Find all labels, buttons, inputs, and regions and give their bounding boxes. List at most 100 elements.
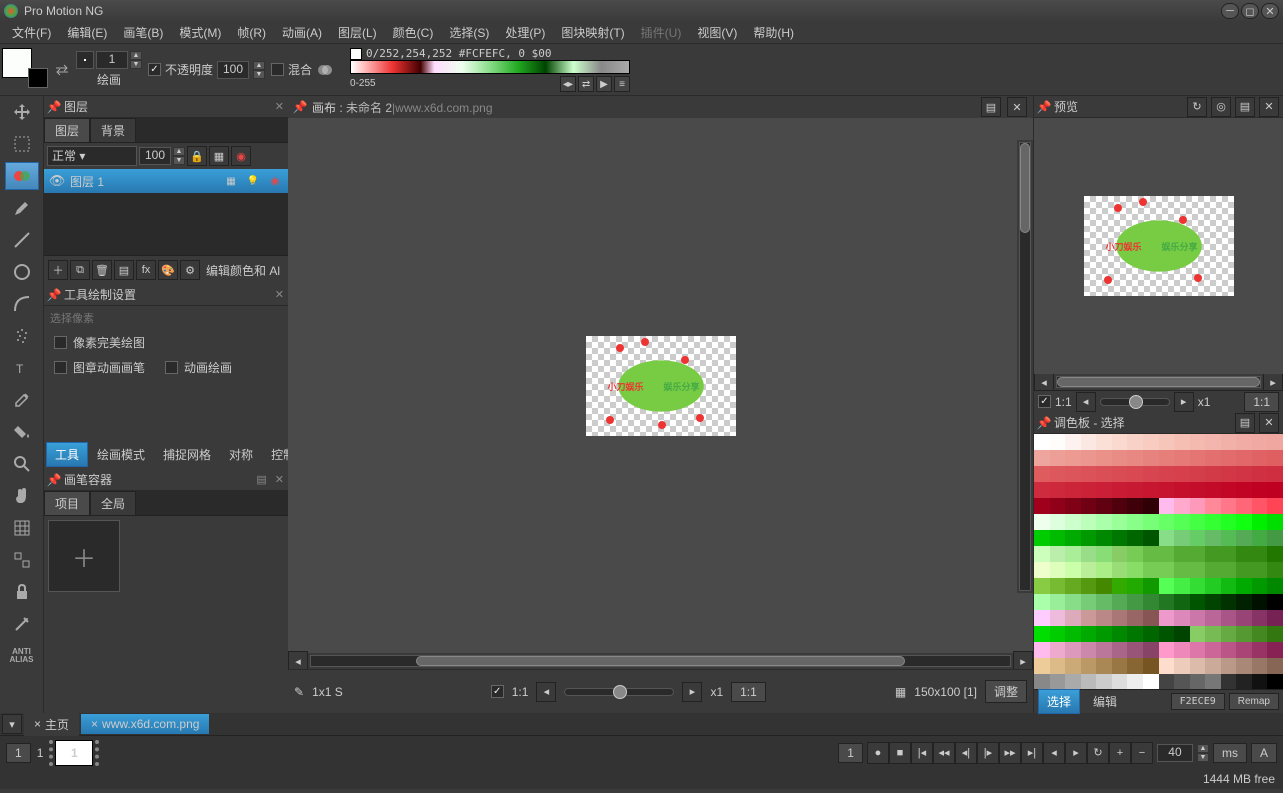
palette-cell[interactable] xyxy=(1112,450,1128,466)
palette-cell[interactable] xyxy=(1065,562,1081,578)
layer-settings-icon[interactable]: ⚙ xyxy=(180,260,200,280)
loop-icon[interactable]: ↻ xyxy=(1087,742,1109,764)
palette-cell[interactable] xyxy=(1252,466,1268,482)
palette-cell[interactable] xyxy=(1252,658,1268,674)
layer-checker-icon[interactable]: ▦ xyxy=(209,146,229,166)
layer-recolor-icon[interactable]: ◉ xyxy=(231,146,251,166)
pencil-tool[interactable] xyxy=(5,194,39,222)
palette-cell[interactable] xyxy=(1236,434,1252,450)
palette-cell[interactable] xyxy=(1112,642,1128,658)
anim-paint-checkbox[interactable] xyxy=(165,361,178,374)
palette-cell[interactable] xyxy=(1174,626,1190,642)
zoom-slider[interactable] xyxy=(564,688,674,696)
opacity-checkbox[interactable]: ✓ xyxy=(148,63,161,76)
palette-cell[interactable] xyxy=(1096,594,1112,610)
palette-cell[interactable] xyxy=(1143,562,1159,578)
palette-cell[interactable] xyxy=(1205,610,1221,626)
layer-icon-2[interactable]: 💡 xyxy=(244,172,262,190)
palette-cell[interactable] xyxy=(1034,530,1050,546)
menu-模式(M)[interactable]: 模式(M) xyxy=(171,22,229,43)
palette-cell[interactable] xyxy=(1143,498,1159,514)
grid-tool[interactable] xyxy=(5,514,39,542)
palette-cell[interactable] xyxy=(1236,578,1252,594)
brush-close-icon[interactable]: ✕ xyxy=(275,473,284,486)
palette-cell[interactable] xyxy=(1050,466,1066,482)
add-frame-icon[interactable]: + xyxy=(1109,742,1131,764)
pixel-perfect-checkbox[interactable] xyxy=(54,336,67,349)
palette-cell[interactable] xyxy=(1159,466,1175,482)
palette-cell[interactable] xyxy=(1190,626,1206,642)
background-swatch[interactable] xyxy=(28,68,48,88)
blend-checkbox[interactable] xyxy=(271,63,284,76)
palette-cell[interactable] xyxy=(1127,626,1143,642)
palette-cell[interactable] xyxy=(1252,450,1268,466)
palette-cell[interactable] xyxy=(1081,610,1097,626)
palette-cell[interactable] xyxy=(1034,658,1050,674)
palette-cell[interactable] xyxy=(1267,434,1283,450)
palette-cell[interactable] xyxy=(1127,610,1143,626)
time-unit-button[interactable]: ms xyxy=(1213,743,1247,763)
wand-tool[interactable] xyxy=(5,610,39,638)
palette-cell[interactable] xyxy=(1096,562,1112,578)
blend-mode-select[interactable]: 正常 ▾ xyxy=(47,146,137,166)
palette-cell[interactable] xyxy=(1050,482,1066,498)
palette-cell[interactable] xyxy=(1236,626,1252,642)
canvas-viewport[interactable]: 小刀娱乐 娱乐分享 xyxy=(288,118,1033,653)
menu-插件(U)[interactable]: 插件(U) xyxy=(633,22,690,43)
palette-cell[interactable] xyxy=(1159,530,1175,546)
palette-grid[interactable] xyxy=(1034,434,1283,689)
palette-cell[interactable] xyxy=(1112,610,1128,626)
palette-cell[interactable] xyxy=(1159,610,1175,626)
palette-cell[interactable] xyxy=(1096,642,1112,658)
brush-global-tab[interactable]: 全局 xyxy=(90,491,136,515)
preview-zoom-reset[interactable]: 1:1 xyxy=(1244,392,1279,412)
palette-cell[interactable] xyxy=(1127,450,1143,466)
palette-cell[interactable] xyxy=(1065,626,1081,642)
zoom-in-icon[interactable]: ▸ xyxy=(682,682,702,702)
palette-cell[interactable] xyxy=(1205,562,1221,578)
palette-cell[interactable] xyxy=(1143,642,1159,658)
v-scrollbar[interactable] xyxy=(1017,140,1033,593)
palette-cell[interactable] xyxy=(1252,594,1268,610)
palette-cell[interactable] xyxy=(1205,498,1221,514)
pin-icon[interactable]: 📌 xyxy=(294,101,306,113)
preview-lock-checkbox[interactable]: ✓ xyxy=(1038,395,1051,408)
gradient-left-icon[interactable]: ◂▸ xyxy=(560,76,576,92)
palette-cell[interactable] xyxy=(1065,530,1081,546)
palette-cell[interactable] xyxy=(1034,674,1050,689)
palette-cell[interactable] xyxy=(1159,626,1175,642)
palette-cell[interactable] xyxy=(1205,530,1221,546)
palette-cell[interactable] xyxy=(1096,434,1112,450)
palette-cell[interactable] xyxy=(1065,482,1081,498)
palette-cell[interactable] xyxy=(1252,434,1268,450)
palette-cell[interactable] xyxy=(1127,466,1143,482)
layer-row[interactable]: 👁 图层 1 ▦ 💡 ◉ xyxy=(44,169,288,193)
palette-cell[interactable] xyxy=(1034,450,1050,466)
palette-cell[interactable] xyxy=(1221,466,1237,482)
play-icon[interactable]: ▸ xyxy=(1065,742,1087,764)
palette-cell[interactable] xyxy=(1159,658,1175,674)
preview-target-icon[interactable]: ◎ xyxy=(1211,97,1231,117)
palette-edit-tab[interactable]: 编辑 xyxy=(1084,689,1126,714)
palette-cell[interactable] xyxy=(1081,530,1097,546)
layers-close-icon[interactable]: ✕ xyxy=(275,100,284,113)
minimize-button[interactable]: ─ xyxy=(1221,3,1239,19)
palette-cell[interactable] xyxy=(1267,658,1283,674)
canvas-menu-icon[interactable]: ▤ xyxy=(981,97,1001,117)
ts-tab-4[interactable]: 控制 xyxy=(262,442,288,467)
close-window-button[interactable]: ✕ xyxy=(1261,3,1279,19)
palette-cell[interactable] xyxy=(1267,514,1283,530)
palette-cell[interactable] xyxy=(1190,434,1206,450)
palette-cell[interactable] xyxy=(1236,546,1252,562)
move-tool[interactable] xyxy=(5,98,39,126)
palette-cell[interactable] xyxy=(1143,674,1159,689)
palette-cell[interactable] xyxy=(1221,450,1237,466)
zoom-tool[interactable] xyxy=(5,450,39,478)
pin-icon[interactable]: 📌 xyxy=(48,101,60,113)
palette-cell[interactable] xyxy=(1081,658,1097,674)
palette-cell[interactable] xyxy=(1174,642,1190,658)
palette-cell[interactable] xyxy=(1267,466,1283,482)
palette-cell[interactable] xyxy=(1143,466,1159,482)
palette-cell[interactable] xyxy=(1127,530,1143,546)
palette-cell[interactable] xyxy=(1050,578,1066,594)
